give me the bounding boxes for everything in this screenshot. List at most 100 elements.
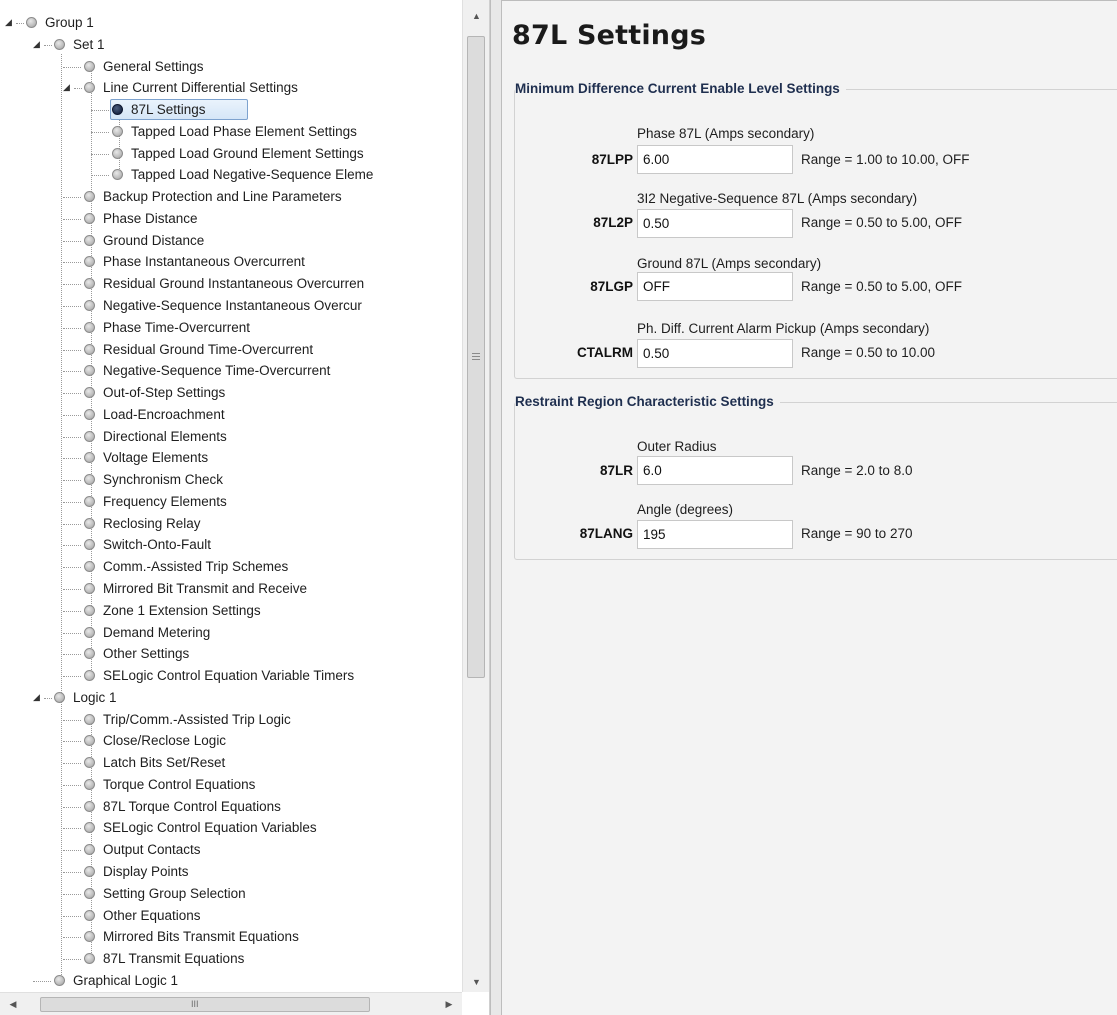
pane-splitter[interactable] [490,0,502,1015]
tree-item[interactable]: Negative-Sequence Time-Overcurrent [0,360,462,381]
tree-item[interactable]: Torque Control Equations [0,774,462,795]
tree-item[interactable]: Load-Encroachment [0,404,462,425]
expand-toggle-icon[interactable]: ◢ [33,687,43,708]
tree-item-label: Other Equations [103,907,201,923]
tree-item-label: Tapped Load Phase Element Settings [131,123,357,139]
tree-item[interactable]: Directional Elements [0,426,462,447]
scroll-grip-icon: III [191,999,199,1009]
tree-item-label: Mirrored Bits Transmit Equations [103,929,299,945]
tree-item-label: Group 1 [45,15,94,30]
scroll-down-arrow[interactable]: ▼ [463,972,489,992]
field-range: Range = 90 to 270 [801,526,913,541]
field-name-ctalrm: CTALRM [577,345,633,360]
tree-item-label: Residual Ground Instantaneous Overcurren [103,276,365,292]
tree-item[interactable]: Graphical Logic 1 [0,970,462,991]
tree-node-icon [84,256,95,268]
tree-item[interactable]: Residual Ground Instantaneous Overcurren [0,273,462,294]
tree-item[interactable]: Mirrored Bits Transmit Equations [0,926,462,947]
tree-item[interactable]: Zone 1 Extension Settings [0,600,462,621]
tree-node-icon [112,104,123,116]
tree-item-label: Phase Instantaneous Overcurrent [103,254,305,270]
tree-vertical-scrollbar[interactable]: ▲ ▼ [462,0,489,992]
tree-item[interactable]: ◢ Set 1 [0,34,462,55]
tree-item[interactable]: Voltage Elements [0,447,462,468]
tree-item-label: Backup Protection and Line Parameters [103,189,342,205]
tree-item[interactable]: ◢ Logic 1 [0,687,462,708]
tree-item[interactable]: Close/Reclose Logic [0,730,462,751]
tree-item[interactable]: ◢ Group 1 [0,12,462,33]
tree-item[interactable]: 87L Settings [0,99,462,121]
tree-node-icon [84,278,95,290]
tree-node-icon [84,844,95,856]
tree-item-label: Mirrored Bit Transmit and Receive [103,581,308,597]
tree-item[interactable]: General Settings [0,56,462,77]
field-name-87l2p: 87L2P [593,215,633,230]
tree-item[interactable]: Tapped Load Negative-Sequence Eleme [0,164,462,185]
tree-item-label: Zone 1 Extension Settings [103,602,261,618]
87lang-input[interactable]: 195 [637,520,793,549]
tree-item[interactable]: Trip/Comm.-Assisted Trip Logic [0,709,462,730]
tree-item[interactable]: Display Points [0,861,462,882]
tree-item[interactable]: Backup Protection and Line Parameters [0,186,462,207]
tree-item[interactable]: SELogic Control Equation Variable Timers [0,665,462,686]
tree-item-label: Synchronism Check [103,472,224,488]
tree-item[interactable]: Other Settings [0,643,462,664]
tree-item[interactable]: SELogic Control Equation Variables [0,817,462,838]
tree-node-icon [84,82,95,94]
tree-item[interactable]: Switch-Onto-Fault [0,534,462,555]
tree-item[interactable]: Latch Bits Set/Reset [0,752,462,773]
ctalrm-input[interactable]: 0.50 [637,339,793,368]
tree-item[interactable]: Residual Ground Time-Overcurrent [0,339,462,360]
scroll-left-arrow[interactable]: ◀ [4,993,22,1015]
tree-horizontal-scrollbar[interactable]: ◀ III ▶ [0,992,462,1015]
tree-node-icon [84,735,95,747]
tree-item[interactable]: Tapped Load Ground Element Settings [0,143,462,164]
tree-item[interactable]: Other Equations [0,905,462,926]
tree-item[interactable]: Synchronism Check [0,469,462,490]
field-caption: Angle (degrees) [637,502,734,517]
tree-item[interactable]: 87L Transmit Equations [0,948,462,969]
tree-node-icon [112,169,123,181]
field-name-87lgp: 87LGP [590,279,633,294]
scroll-up-arrow[interactable]: ▲ [463,6,489,26]
tree-item[interactable]: Reclosing Relay [0,513,462,534]
expand-toggle-icon[interactable]: ◢ [63,77,73,98]
tree-item[interactable]: ◢ Line Current Differential Settings [0,77,462,98]
vertical-scroll-thumb[interactable] [467,36,485,678]
tree-item[interactable]: Ground Distance [0,230,462,251]
settings-tree: ◢ Group 1 ◢ Set 1 General Settings ◢ Line Curr… [0,0,462,992]
tree-item[interactable]: Setting Group Selection [0,883,462,904]
expand-toggle-icon[interactable]: ◢ [33,34,43,55]
tree-item[interactable]: Negative-Sequence Instantaneous Overcur [0,295,462,316]
group-title: Minimum Difference Current Enable Level … [515,81,846,96]
expand-toggle-icon[interactable]: ◢ [5,12,15,33]
tree-item[interactable]: 87L Torque Control Equations [0,796,462,817]
87l2p-input[interactable]: 0.50 [637,209,793,238]
tree-node-icon [84,474,95,486]
87lpp-input[interactable]: 6.00 [637,145,793,174]
field-caption: Ground 87L (Amps secondary) [637,256,822,271]
87lgp-input[interactable]: OFF [637,272,793,301]
tree-item-label: 87L Settings [131,102,206,118]
tree-item[interactable]: Phase Instantaneous Overcurrent [0,251,462,272]
tree-item[interactable]: Phase Time-Overcurrent [0,317,462,338]
tree-item[interactable]: Frequency Elements [0,491,462,512]
tree-node-icon [84,822,95,834]
tree-item[interactable]: Demand Metering [0,622,462,643]
tree-item[interactable]: Comm.-Assisted Trip Schemes [0,556,462,577]
tree-item[interactable]: Out-of-Step Settings [0,382,462,403]
87lr-input[interactable]: 6.0 [637,456,793,485]
tree-item-label: Close/Reclose Logic [103,733,227,749]
tree-item-label: Phase Distance [103,210,198,226]
tree-node-icon [84,757,95,769]
tree-item-label: Residual Ground Time-Overcurrent [103,341,314,357]
tree-item[interactable]: Output Contacts [0,839,462,860]
tree-item[interactable]: Tapped Load Phase Element Settings [0,121,462,142]
tree-item-label: Frequency Elements [103,493,227,509]
scroll-right-arrow[interactable]: ▶ [440,993,458,1015]
tree-item[interactable]: Phase Distance [0,208,462,229]
tree-item[interactable]: Mirrored Bit Transmit and Receive [0,578,462,599]
tree-node-icon [84,408,95,420]
tree-node-icon [84,866,95,878]
horizontal-scroll-thumb[interactable]: III [40,997,370,1012]
